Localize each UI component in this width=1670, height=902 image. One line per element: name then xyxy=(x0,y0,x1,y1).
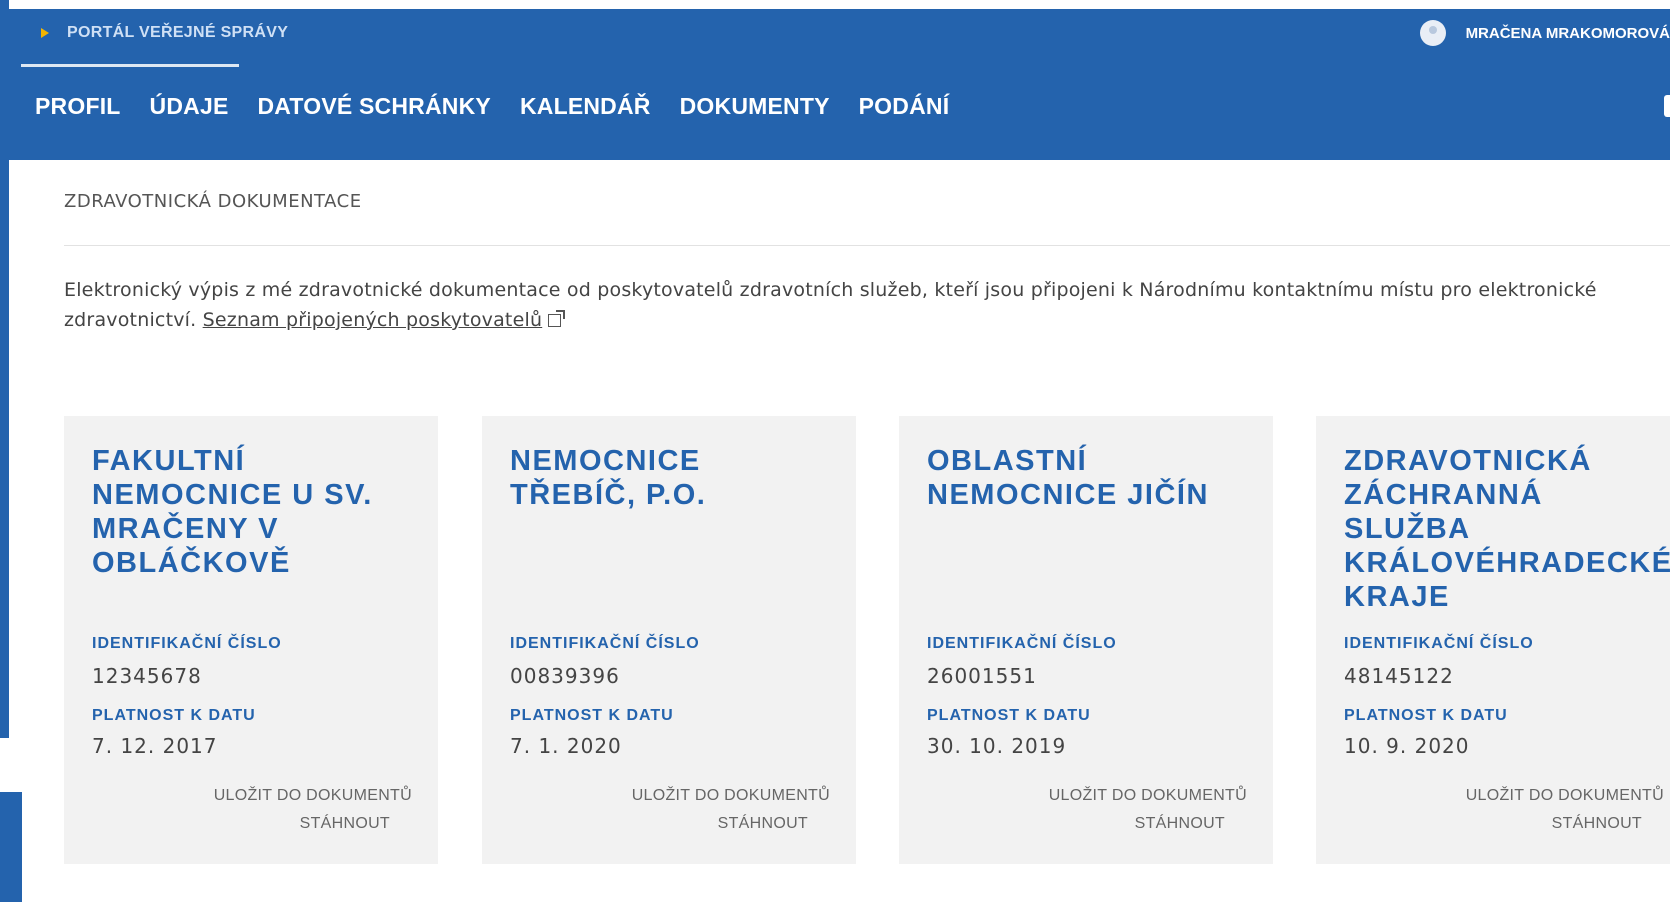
save-to-documents-button[interactable]: ULOŽIT DO DOKUMENTŮ xyxy=(1466,787,1664,805)
user-menu[interactable]: MRAČENA MRAKOMOROVÁ xyxy=(1419,20,1670,46)
date-label: PLATNOST K DATU xyxy=(510,707,674,724)
arrow-right-icon xyxy=(41,28,49,38)
portal-label: PORTÁL VEŘEJNÉ SPRÁVY xyxy=(67,24,289,41)
nav-item-profil[interactable]: PROFIL xyxy=(35,93,121,120)
external-link-icon xyxy=(548,310,566,327)
date-label: PLATNOST K DATU xyxy=(1344,707,1508,724)
id-value: 48145122 xyxy=(1344,664,1454,688)
download-button[interactable]: STÁHNOUT xyxy=(300,815,390,833)
id-label: IDENTIFIKAČNÍ ČÍSLO xyxy=(1344,635,1534,652)
provider-card: FAKULTNÍ NEMOCNICE U SV. MRAČENY V OBLÁČ… xyxy=(64,416,438,864)
date-label: PLATNOST K DATU xyxy=(927,707,1091,724)
left-accent-bar xyxy=(0,0,9,738)
main-nav: PROFIL ÚDAJE DATOVÉ SCHRÁNKY KALENDÁŘ DO… xyxy=(35,93,978,120)
avatar xyxy=(1419,20,1446,46)
providers-link[interactable]: Seznam připojených poskytovatelů xyxy=(203,309,543,331)
settings-icon[interactable] xyxy=(1664,95,1670,117)
card-title: NEMOCNICE TŘEBÍČ, P.O. xyxy=(510,445,707,511)
card-title: OBLASTNÍ NEMOCNICE JIČÍN xyxy=(927,445,1209,511)
intro-paragraph: Elektronický výpis z mé zdravotnické dok… xyxy=(64,275,1664,335)
date-value: 30. 10. 2019 xyxy=(927,734,1067,758)
date-value: 10. 9. 2020 xyxy=(1344,734,1470,758)
date-value: 7. 1. 2020 xyxy=(510,734,622,758)
nav-item-kalendar[interactable]: KALENDÁŘ xyxy=(520,93,651,120)
nav-item-podani[interactable]: PODÁNÍ xyxy=(859,93,950,120)
provider-card: ZDRAVOTNICKÁ ZÁCHRANNÁ SLUŽBA KRÁLOVÉHRA… xyxy=(1316,416,1670,864)
top-header: PORTÁL VEŘEJNÉ SPRÁVY MRAČENA MRAKOMOROV… xyxy=(9,9,1670,160)
id-value: 12345678 xyxy=(92,664,202,688)
download-button[interactable]: STÁHNOUT xyxy=(1552,815,1642,833)
download-button[interactable]: STÁHNOUT xyxy=(718,815,808,833)
save-to-documents-button[interactable]: ULOŽIT DO DOKUMENTŮ xyxy=(632,787,830,805)
providers-link-label: Seznam připojených poskytovatelů xyxy=(202,309,543,331)
save-to-documents-button[interactable]: ULOŽIT DO DOKUMENTŮ xyxy=(1049,787,1247,805)
left-accent-bar-lower xyxy=(0,792,22,902)
provider-card: NEMOCNICE TŘEBÍČ, P.O. IDENTIFIKAČNÍ ČÍS… xyxy=(482,416,856,864)
id-label: IDENTIFIKAČNÍ ČÍSLO xyxy=(510,635,700,652)
id-value: 26001551 xyxy=(927,664,1037,688)
provider-card: OBLASTNÍ NEMOCNICE JIČÍN IDENTIFIKAČNÍ Č… xyxy=(899,416,1273,864)
divider xyxy=(64,245,1670,246)
breadcrumb: ZDRAVOTNICKÁ DOKUMENTACE xyxy=(64,191,362,212)
id-label: IDENTIFIKAČNÍ ČÍSLO xyxy=(92,635,282,652)
nav-item-datove-schranky[interactable]: DATOVÉ SCHRÁNKY xyxy=(258,93,491,120)
save-to-documents-button[interactable]: ULOŽIT DO DOKUMENTŮ xyxy=(214,787,412,805)
card-title: FAKULTNÍ NEMOCNICE U SV. MRAČENY V OBLÁČ… xyxy=(92,445,373,579)
id-label: IDENTIFIKAČNÍ ČÍSLO xyxy=(927,635,1117,652)
date-value: 7. 12. 2017 xyxy=(92,734,218,758)
id-value: 00839396 xyxy=(510,664,620,688)
portal-link[interactable]: PORTÁL VEŘEJNÉ SPRÁVY xyxy=(41,24,288,42)
nav-item-udaje[interactable]: ÚDAJE xyxy=(150,93,229,120)
user-name: MRAČENA MRAKOMOROVÁ xyxy=(1465,24,1670,42)
active-indicator xyxy=(21,64,239,67)
card-title: ZDRAVOTNICKÁ ZÁCHRANNÁ SLUŽBA KRÁLOVÉHRA… xyxy=(1344,445,1670,613)
date-label: PLATNOST K DATU xyxy=(92,707,256,724)
download-button[interactable]: STÁHNOUT xyxy=(1135,815,1225,833)
nav-item-dokumenty[interactable]: DOKUMENTY xyxy=(680,93,830,120)
top-bar: PORTÁL VEŘEJNÉ SPRÁVY MRAČENA MRAKOMOROV… xyxy=(9,9,1670,67)
